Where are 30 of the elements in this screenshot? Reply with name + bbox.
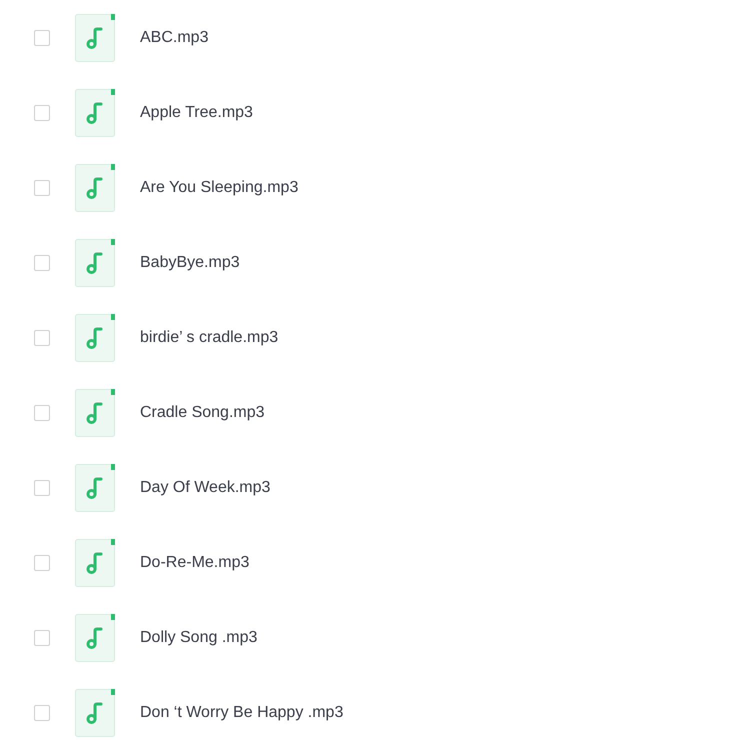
checkbox[interactable] (34, 630, 50, 646)
checkbox[interactable] (34, 104, 50, 120)
checkbox[interactable] (34, 554, 50, 570)
music-file-icon (75, 14, 115, 62)
music-file-icon (75, 614, 115, 662)
file-name[interactable]: Dolly Song .mp3 (140, 628, 258, 646)
file-name[interactable]: Are You Sleeping.mp3 (140, 178, 298, 196)
file-name[interactable]: Don ‘t Worry Be Happy .mp3 (140, 704, 344, 722)
checkbox[interactable] (34, 180, 50, 196)
music-file-icon (75, 164, 115, 212)
file-name[interactable]: ABC.mp3 (140, 28, 208, 46)
checkbox[interactable] (34, 704, 50, 720)
file-name[interactable]: Day Of Week.mp3 (140, 478, 270, 496)
file-name[interactable]: Do-Re-Me.mp3 (140, 554, 250, 572)
checkbox[interactable] (34, 330, 50, 346)
file-name[interactable]: Cradle Song.mp3 (140, 404, 265, 422)
file-name[interactable]: Apple Tree.mp3 (140, 104, 253, 122)
checkbox[interactable] (34, 480, 50, 496)
music-file-icon (75, 314, 115, 362)
file-name[interactable]: birdie’ s cradle.mp3 (140, 328, 278, 346)
music-file-icon (75, 238, 115, 286)
music-file-icon (75, 538, 115, 586)
music-file-icon (75, 464, 115, 512)
file-name[interactable]: BabyBye.mp3 (140, 254, 240, 272)
music-file-icon (75, 688, 115, 736)
checkbox[interactable] (34, 30, 50, 46)
music-file-icon (75, 88, 115, 136)
music-file-icon (75, 388, 115, 436)
checkbox[interactable] (34, 254, 50, 270)
checkbox[interactable] (34, 404, 50, 420)
